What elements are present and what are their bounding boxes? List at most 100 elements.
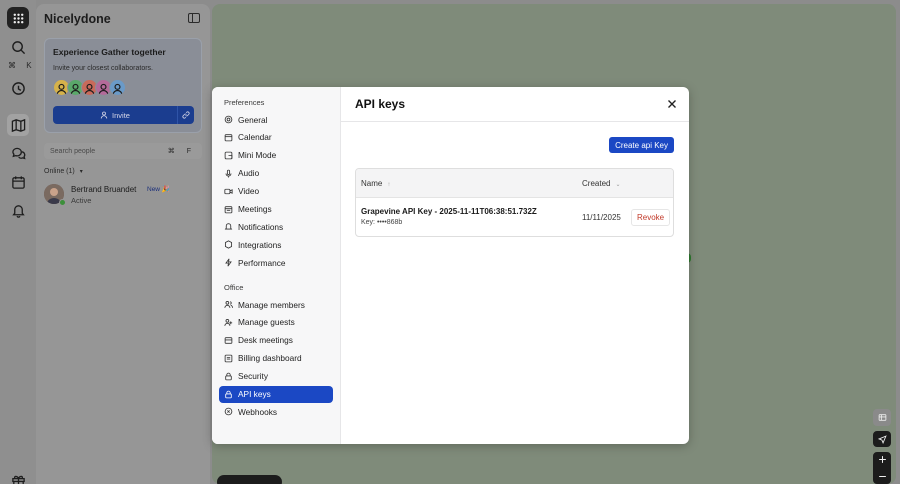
settings-nav-label: Manage members — [238, 299, 305, 310]
settings-nav-item-video[interactable]: Video — [219, 183, 333, 200]
members-icon — [224, 300, 233, 308]
online-label: Online (1) — [44, 168, 75, 175]
invite-main[interactable]: Invite — [53, 106, 178, 124]
sort-chevron-icon: ⌄ — [615, 182, 621, 188]
settings-nav-item-manage-members[interactable]: Manage members — [219, 296, 333, 313]
settings-nav-label: Webhooks — [238, 406, 278, 417]
settings-nav-label: General — [238, 114, 268, 125]
settings-nav-item-desk-meetings[interactable]: Desk meetings — [219, 332, 333, 349]
name-column-header[interactable]: Name ↑ — [361, 179, 390, 188]
invite-card-title: Experience Gather together — [53, 47, 166, 57]
online-status-dot — [59, 199, 66, 206]
settings-nav-label: Integrations — [238, 239, 282, 250]
people-search-input[interactable]: Search people ⌘ F — [44, 143, 202, 159]
video-icon — [224, 188, 233, 194]
settings-modal: Preferences Office General Calendar Mini M… — [212, 87, 689, 444]
gear-icon — [224, 115, 233, 124]
zoom-in-icon[interactable] — [878, 455, 887, 464]
settings-nav-label: Manage guests — [238, 317, 295, 328]
modal-title: API keys — [355, 97, 406, 111]
user-name: Bertrand Bruandet — [71, 185, 137, 194]
settings-nav-item-meetings[interactable]: Meetings — [219, 201, 333, 218]
lock-icon — [225, 372, 232, 380]
webhook-icon — [224, 408, 233, 416]
sidebar-toggle-icon[interactable] — [188, 13, 200, 23]
invite-card: Experience Gather together Invite your c… — [44, 38, 202, 133]
settings-nav-label: Billing dashboard — [238, 353, 302, 364]
preferences-heading: Preferences — [224, 98, 265, 107]
gift-icon[interactable] — [8, 470, 28, 484]
cursor-icon[interactable] — [873, 431, 891, 447]
office-heading: Office — [224, 283, 244, 292]
api-key-created-date: 11/11/2025 — [582, 213, 621, 222]
modal-header: API keys — [341, 87, 689, 122]
settings-nav-item-performance[interactable]: Performance — [219, 254, 333, 271]
settings-nav-item-webhooks[interactable]: Webhooks — [219, 403, 333, 420]
name-column-label: Name — [361, 179, 383, 188]
created-column-header[interactable]: Created ⌄ — [582, 179, 621, 188]
api-keys-panel: API keys Create api Key Name ↑ Created ⌄ G… — [341, 87, 689, 444]
avatar-group — [53, 79, 126, 97]
bottom-toolbar[interactable] — [217, 475, 282, 484]
settings-nav-item-manage-guests[interactable]: Manage guests — [219, 314, 333, 331]
app-logo-icon[interactable] — [7, 7, 29, 29]
chat-icon[interactable] — [8, 143, 28, 163]
map-icon[interactable] — [7, 114, 29, 136]
settings-nav-label: API keys — [238, 389, 271, 399]
settings-nav-item-general[interactable]: General — [219, 111, 333, 128]
settings-nav-label: Security — [238, 371, 268, 382]
sidebar: Nicelydone Experience Gather together In… — [36, 4, 210, 484]
search-shortcut: ⌘ K — [8, 61, 36, 70]
invite-card-subtitle: Invite your closest collaborators. — [53, 65, 153, 72]
calendar-icon — [224, 134, 233, 142]
table-row: Grapevine API Key - 2025-11-11T06:38:51.… — [356, 198, 673, 236]
created-column-label: Created — [582, 179, 611, 188]
api-keys-table: Name ↑ Created ⌄ Grapevine API Key - 2025-… — [355, 168, 674, 237]
chevron-down-icon: ▾ — [79, 169, 83, 175]
table-header: Name ↑ Created ⌄ — [356, 169, 673, 198]
settings-nav-item-integrations[interactable]: Integrations — [219, 236, 333, 253]
settings-nav-item-billing-dashboard[interactable]: Billing dashboard — [219, 350, 333, 367]
settings-nav-label: Performance — [238, 257, 286, 268]
search-icon[interactable] — [8, 37, 28, 57]
sort-arrow-icon: ↑ — [387, 182, 391, 188]
user-icon — [100, 111, 108, 119]
settings-nav-item-security[interactable]: Security — [219, 368, 333, 385]
notifications-icon — [224, 223, 233, 230]
settings-nav-label: Meetings — [238, 204, 272, 214]
close-icon[interactable] — [667, 99, 677, 109]
calendar-icon[interactable] — [8, 172, 28, 192]
performance-icon — [225, 258, 232, 267]
api-key-masked: Key: ••••868b — [361, 219, 403, 226]
revoke-button[interactable]: Revoke — [631, 209, 671, 226]
mini-mode-icon — [224, 151, 233, 160]
guests-icon — [224, 318, 233, 326]
user-status: Active — [71, 196, 92, 205]
zoom-controls[interactable] — [873, 452, 891, 484]
bell-icon[interactable] — [8, 200, 28, 220]
settings-nav-label: Mini Mode — [238, 150, 277, 161]
clock-icon[interactable] — [8, 78, 28, 98]
user-list-item[interactable]: Bertrand Bruandet New 🎉 Active — [44, 184, 204, 208]
settings-nav-label: Notifications — [238, 221, 284, 232]
settings-nav-label: Calendar — [238, 132, 272, 143]
settings-nav-item-mini-mode[interactable]: Mini Mode — [219, 147, 333, 164]
settings-nav: Preferences Office General Calendar Mini M… — [212, 87, 341, 444]
new-badge: New 🎉 — [147, 186, 170, 193]
integrations-icon — [224, 240, 233, 249]
settings-nav-item-api-keys[interactable]: API keys — [219, 385, 333, 403]
key-icon — [225, 390, 232, 398]
settings-nav-item-calendar[interactable]: Calendar — [219, 129, 333, 146]
settings-nav-item-notifications[interactable]: Notifications — [219, 218, 333, 235]
copy-link-icon[interactable] — [178, 111, 194, 119]
zoom-out-icon[interactable] — [878, 472, 887, 481]
online-section-toggle[interactable]: Online (1) ▾ — [44, 168, 83, 175]
minimap-icon[interactable] — [873, 409, 891, 426]
settings-nav-label: Audio — [238, 168, 260, 179]
avatar — [109, 79, 126, 96]
settings-nav-item-audio[interactable]: Audio — [219, 165, 333, 182]
create-api-key-button[interactable]: Create api Key — [609, 137, 674, 153]
invite-button[interactable]: Invite — [53, 106, 194, 124]
app-rail: ⌘ K — [0, 0, 36, 484]
billing-icon — [224, 354, 233, 362]
